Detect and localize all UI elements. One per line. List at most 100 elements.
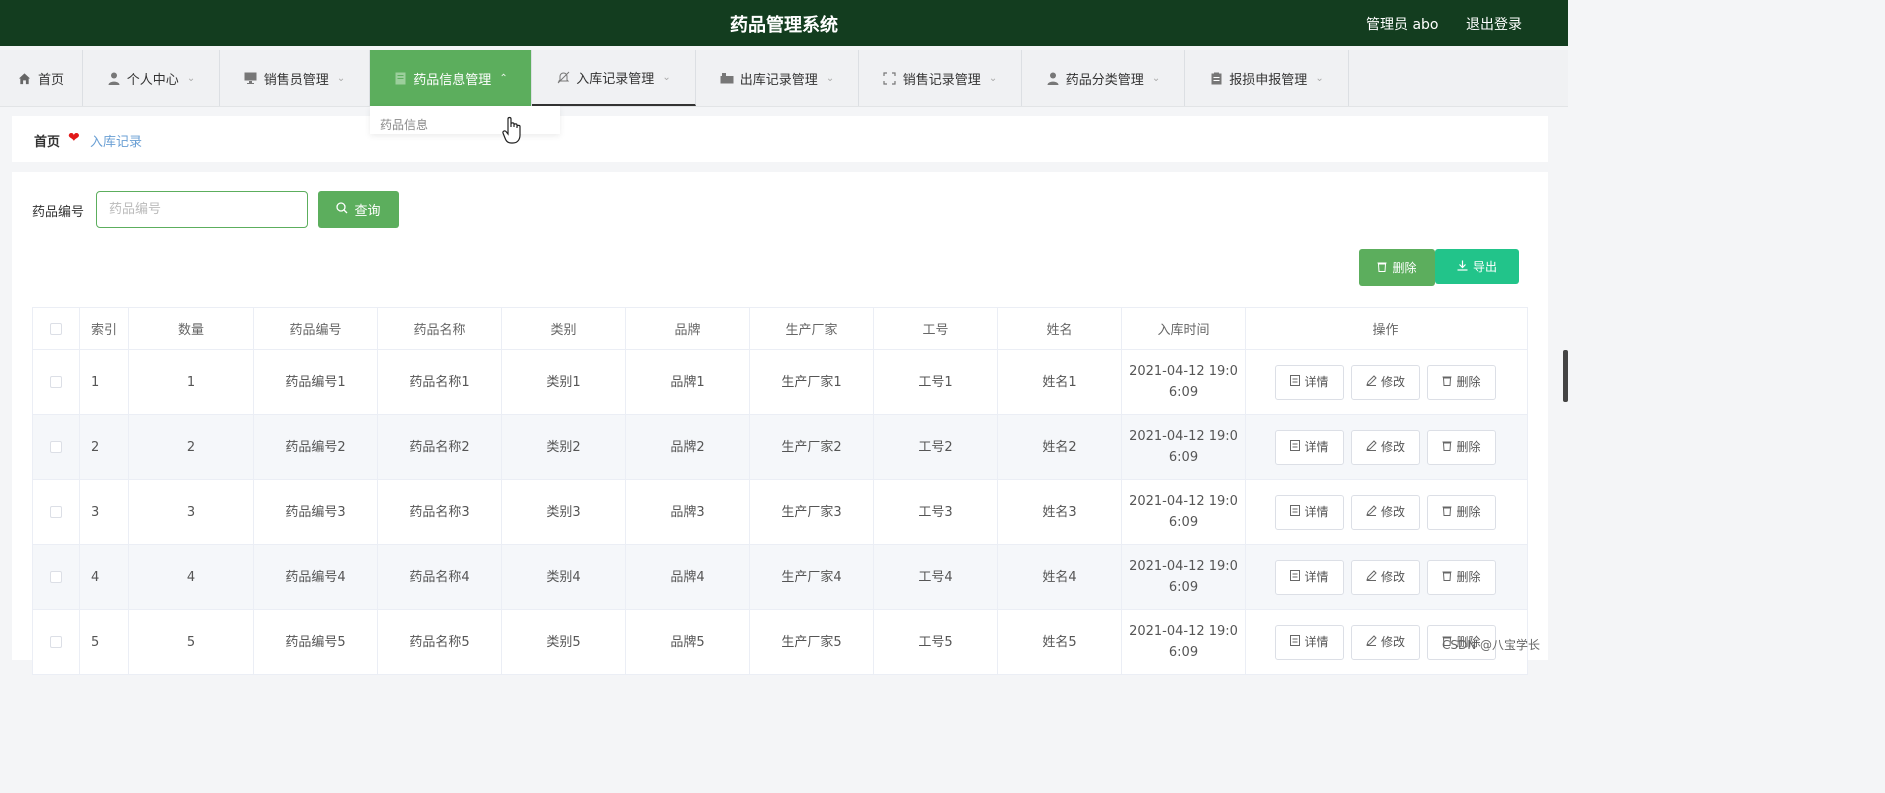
nav-item-label: 销售员管理 [263,72,329,88]
table-cell-person: 姓名3 [998,480,1122,544]
table-cell-name: 药品名称4 [378,545,502,609]
row-delete-button[interactable]: 删除 [1427,364,1496,400]
row-detail-button[interactable]: 详情 [1275,559,1344,595]
table-cell-category: 类别3 [502,480,626,544]
time-line: 6:09 [1168,385,1199,400]
row-detail-label: 详情 [1304,504,1329,519]
row-edit-button[interactable]: 修改 [1351,429,1420,465]
heart-icon: ❤ [68,130,80,146]
drug-code-search-input[interactable] [96,191,308,228]
export-button[interactable]: 导出 [1435,249,1519,284]
row-edit-button[interactable]: 修改 [1351,364,1420,400]
row-delete-button[interactable]: 删除 [1427,494,1496,530]
table-row: 1 1 药品编号1 药品名称1 类别1 品牌1 生产厂家1 工号1 姓名1 2021-04-12 … [33,350,1527,415]
chevron-down-icon: ⌄ [336,72,346,84]
row-edit-label: 修改 [1380,374,1405,389]
trash-icon [1377,261,1387,275]
table-cell-maker: 生产厂家5 [750,610,874,674]
nav-item-profile[interactable]: 个人中心 ⌄ [83,50,220,106]
row-checkbox[interactable] [50,506,62,518]
time-line: 2021-04-12 19:0 [1129,429,1238,444]
scrollbar-thumb[interactable] [1563,350,1568,402]
column-header: 索引 [80,308,129,349]
time-line: 6:09 [1168,450,1199,465]
row-detail-button[interactable]: 详情 [1275,494,1344,530]
table-cell-code: 药品编号1 [254,350,378,414]
row-detail-button[interactable]: 详情 [1275,624,1344,660]
document-icon [393,71,407,85]
table-cell-category: 类别2 [502,415,626,479]
table-cell-job-no: 工号2 [874,415,998,479]
table-cell-brand: 品牌1 [626,350,750,414]
nav-item-drug-category[interactable]: 药品分类管理 ⌄ [1022,50,1185,106]
row-detail-button[interactable]: 详情 [1275,429,1344,465]
nav-item-outbound[interactable]: 出库记录管理 ⌄ [696,50,859,106]
column-header: 姓名 [998,308,1122,349]
hand-cursor-icon [502,116,524,146]
nav-item-sales-staff[interactable]: 销售员管理 ⌄ [220,50,370,106]
chevron-down-icon: ⌄ [988,72,998,84]
nav-item-inbound[interactable]: 入库记录管理 ⌄ [532,50,696,106]
row-checkbox[interactable] [50,376,62,388]
breadcrumb-home[interactable]: 首页 [34,131,60,150]
table-cell-name: 药品名称1 [378,350,502,414]
search-label: 药品编号 [32,205,85,220]
table-cell-name: 药品名称2 [378,415,502,479]
pencil-icon [1366,502,1377,523]
column-header: 入库时间 [1122,308,1246,349]
nav-item-drug-info[interactable]: 药品信息管理 ⌃ [370,50,532,106]
download-icon [1457,260,1468,274]
row-checkbox[interactable] [50,636,62,648]
time-line: 2021-04-12 19:0 [1129,494,1238,509]
table-cell-job-no: 工号4 [874,545,998,609]
breadcrumb: 首页 ❤ 入库记录 [12,116,1548,162]
table-cell-time: 2021-04-12 19:0 6:09 [1122,545,1246,609]
row-edit-button[interactable]: 修改 [1351,559,1420,595]
logout-link[interactable]: 退出登录 [1466,14,1522,34]
table-cell-index: 1 [80,350,129,414]
row-checkbox[interactable] [50,441,62,453]
row-checkbox[interactable] [50,571,62,583]
dropdown-item-drug-info[interactable]: 药品信息 [380,116,428,133]
table-cell-job-no: 工号1 [874,350,998,414]
chevron-up-icon: ⌃ [499,72,508,84]
row-detail-button[interactable]: 详情 [1275,364,1344,400]
batch-delete-button[interactable]: 删除 [1359,249,1435,286]
nav-item-sales-records[interactable]: 销售记录管理 ⌄ [859,50,1022,106]
bell-off-icon [556,70,570,84]
table-header-row: 索引 数量 药品编号 药品名称 类别 品牌 生产厂家 工号 姓名 入库时间 操作 [33,308,1527,350]
table-cell-name: 药品名称5 [378,610,502,674]
column-header: 生产厂家 [750,308,874,349]
column-header: 类别 [502,308,626,349]
table-row: 2 2 药品编号2 药品名称2 类别2 品牌2 生产厂家2 工号2 姓名2 2021-04-12 … [33,415,1527,480]
time-line: 2021-04-12 19:0 [1129,559,1238,574]
chevron-down-icon: ⌄ [1315,72,1324,84]
row-delete-button[interactable]: 删除 [1427,559,1496,595]
document-icon [1290,567,1301,588]
nav-item-loss-report[interactable]: 报损申报管理 ⌄ [1185,50,1349,106]
row-detail-label: 详情 [1304,439,1329,454]
row-delete-button[interactable]: 删除 [1427,429,1496,465]
table-cell-code: 药品编号2 [254,415,378,479]
time-line: 6:09 [1168,515,1199,530]
table-cell-maker: 生产厂家3 [750,480,874,544]
query-button[interactable]: 查询 [318,191,399,228]
row-edit-button[interactable]: 修改 [1351,624,1420,660]
row-select-cell [33,415,80,479]
table-cell-person: 姓名2 [998,415,1122,479]
select-all-checkbox[interactable] [50,322,62,335]
chevron-down-icon: ⌄ [662,71,671,83]
row-edit-button[interactable]: 修改 [1351,494,1420,530]
table-cell-index: 4 [80,545,129,609]
row-delete-label: 删除 [1456,504,1481,519]
inbound-records-table: 索引 数量 药品编号 药品名称 类别 品牌 生产厂家 工号 姓名 入库时间 操作… [32,307,1528,675]
row-detail-label: 详情 [1304,374,1329,389]
row-edit-label: 修改 [1380,569,1405,584]
nav-item-label: 入库记录管理 [576,71,655,87]
row-select-cell [33,480,80,544]
row-select-cell [33,610,80,674]
nav-item-home[interactable]: 首页 [0,50,83,106]
column-header: 操作 [1372,323,1399,338]
trash-icon [1442,372,1452,393]
monitor-icon [244,71,258,85]
